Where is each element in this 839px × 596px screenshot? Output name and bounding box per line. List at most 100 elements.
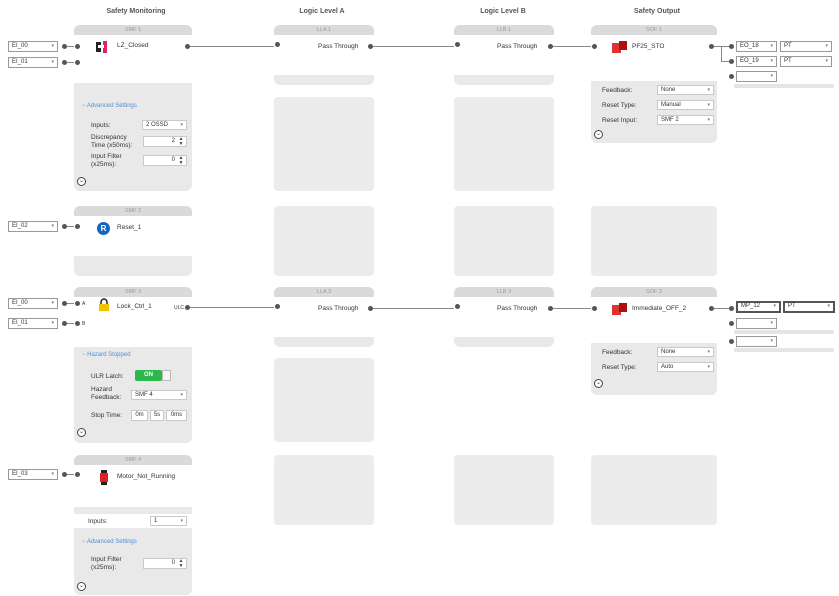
lock-switch-icon — [96, 41, 107, 53]
pin-label: B — [82, 321, 86, 327]
block-name: Motor_Not_Running — [117, 473, 176, 480]
lla1-block[interactable]: LLA 1 — [274, 25, 374, 85]
collapse-chevron-icon[interactable]: ⌄ — [77, 582, 86, 591]
block-header: LLA 1 — [274, 25, 374, 35]
block-input-pin[interactable] — [75, 224, 80, 229]
output-type-select[interactable]: PT ▾ — [780, 41, 832, 52]
llb3-block[interactable]: LLB 3 — [454, 287, 554, 347]
output-select-eo18[interactable]: EO_18 ▾ — [736, 41, 777, 52]
column-header-safety-monitoring: Safety Monitoring — [106, 8, 166, 15]
output-select-empty[interactable]: ▾ — [736, 71, 777, 82]
ulr-latch-toggle[interactable]: ON — [135, 370, 171, 381]
input-filter-stepper[interactable]: 0 ▲ ▼ — [143, 155, 187, 166]
output-label: ULC — [174, 305, 185, 311]
feedback-label: Feedback: — [602, 349, 633, 356]
block-input-pin[interactable] — [75, 44, 80, 49]
reset-icon: R — [97, 222, 110, 235]
input-filter-stepper[interactable]: 0 ▲ ▼ — [143, 558, 187, 569]
output-connector[interactable] — [729, 74, 734, 79]
hazard-stopped-toggle[interactable]: − Hazard Stopped — [82, 352, 131, 358]
stop-time-label: Stop Time: — [91, 412, 123, 419]
block-input-pin[interactable] — [75, 321, 80, 326]
hazard-feedback-label: Hazard Feedback: — [91, 386, 122, 401]
block-input-pin[interactable] — [455, 42, 460, 47]
discrepancy-stepper[interactable]: 2 ▲ ▼ — [143, 136, 187, 147]
stop-time-seconds[interactable]: 5s — [150, 410, 164, 421]
input-select-ei00[interactable]: EI_00 ▾ — [8, 298, 58, 309]
stop-time-milliseconds[interactable]: 0ms — [166, 410, 187, 421]
stop-time-minutes[interactable]: 0m — [131, 410, 148, 421]
output-connector[interactable] — [729, 306, 734, 311]
reset-type-label: Reset Type: — [602, 102, 637, 109]
block-header: SOF 1 — [591, 25, 717, 35]
inputs-select[interactable]: 1 ▾ — [150, 516, 187, 526]
block-header: LLB 3 — [454, 287, 554, 297]
block-input-pin[interactable] — [75, 472, 80, 477]
collapse-chevron-icon[interactable]: ⌄ — [77, 177, 86, 186]
reset-input-select[interactable]: SMF 2 ▾ — [657, 115, 714, 125]
output-select-empty[interactable]: ▾ — [736, 318, 777, 329]
inputs-select[interactable]: 2 OSSD ▾ — [142, 120, 187, 130]
empty-slot[interactable] — [274, 358, 374, 442]
sof3-block[interactable]: SOF 3 — [591, 287, 717, 395]
input-select-ei00[interactable]: EI_00 ▾ — [8, 41, 58, 52]
output-connector[interactable] — [729, 59, 734, 64]
inputs-label: Inputs: — [91, 122, 111, 129]
output-connector[interactable] — [729, 321, 734, 326]
reset-type-label: Reset Type: — [602, 364, 637, 371]
output-select-empty[interactable]: ▾ — [736, 336, 777, 347]
empty-slot[interactable] — [591, 455, 717, 525]
collapse-chevron-icon[interactable]: ⌄ — [594, 130, 603, 139]
output-select-eo19[interactable]: EO_19 ▾ — [736, 56, 777, 67]
input-select-ei02[interactable]: EI_02 ▾ — [8, 221, 58, 232]
empty-slot[interactable] — [274, 97, 374, 191]
collapse-chevron-icon[interactable]: ⌄ — [77, 428, 86, 437]
empty-slot[interactable] — [454, 206, 554, 276]
block-name: Lock_Ctrl_1 — [117, 303, 152, 310]
empty-slot[interactable] — [274, 455, 374, 525]
output-connector[interactable] — [729, 339, 734, 344]
column-header-logic-level-b: Logic Level B — [480, 8, 526, 15]
feedback-select[interactable]: None ▾ — [657, 85, 714, 95]
block-header: SMF 3 — [74, 287, 192, 297]
smf2-block[interactable]: SMF 2 — [74, 206, 192, 276]
empty-slot[interactable] — [591, 206, 717, 276]
hazard-feedback-select[interactable]: SMF 4 ▾ — [131, 390, 187, 400]
output-connector[interactable] — [729, 44, 734, 49]
block-name: Reset_1 — [117, 224, 142, 231]
advanced-settings-toggle[interactable]: − Advanced Settings — [82, 103, 137, 109]
feedback-select[interactable]: None ▾ — [657, 347, 714, 357]
block-header: SMF 2 — [74, 206, 192, 216]
block-header: LLB 1 — [454, 25, 554, 35]
block-input-pin[interactable] — [455, 304, 460, 309]
empty-slot[interactable] — [454, 97, 554, 191]
column-header-safety-output: Safety Output — [634, 8, 680, 15]
output-type-select[interactable]: PT ▾ — [780, 56, 832, 67]
block-input-pin[interactable] — [592, 44, 597, 49]
reset-input-label: Reset Input: — [602, 117, 638, 124]
feedback-label: Feedback: — [602, 87, 633, 94]
input-select-ei01[interactable]: EI_01 ▾ — [8, 318, 58, 329]
reset-type-select[interactable]: Auto ▾ — [657, 362, 714, 372]
block-input-pin[interactable] — [275, 304, 280, 309]
logic-function: Pass Through — [318, 43, 359, 50]
block-input-pin[interactable] — [75, 301, 80, 306]
input-select-ei01[interactable]: EI_01 ▾ — [8, 57, 58, 68]
block-input-pin[interactable] — [275, 42, 280, 47]
advanced-settings-toggle[interactable]: − Advanced Settings — [82, 539, 137, 545]
llb1-block[interactable]: LLB 1 — [454, 25, 554, 85]
block-header: SMF 1 — [74, 25, 192, 35]
ulr-latch-label: ULR Latch: — [91, 373, 124, 380]
block-input-pin[interactable] — [592, 306, 597, 311]
block-header: LLA 3 — [274, 287, 374, 297]
drive-icon — [612, 41, 627, 53]
input-select-ei03[interactable]: EI_03 ▾ — [8, 469, 58, 480]
collapse-chevron-icon[interactable]: ⌄ — [594, 379, 603, 388]
empty-slot[interactable] — [454, 455, 554, 525]
output-select-mp12[interactable]: MP_12 ▾ — [736, 301, 781, 313]
empty-slot[interactable] — [274, 206, 374, 276]
reset-type-select[interactable]: Manual ▾ — [657, 100, 714, 110]
lla3-block[interactable]: LLA 3 — [274, 287, 374, 347]
output-type-select[interactable]: PT ▾ — [783, 301, 835, 313]
block-input-pin[interactable] — [75, 60, 80, 65]
